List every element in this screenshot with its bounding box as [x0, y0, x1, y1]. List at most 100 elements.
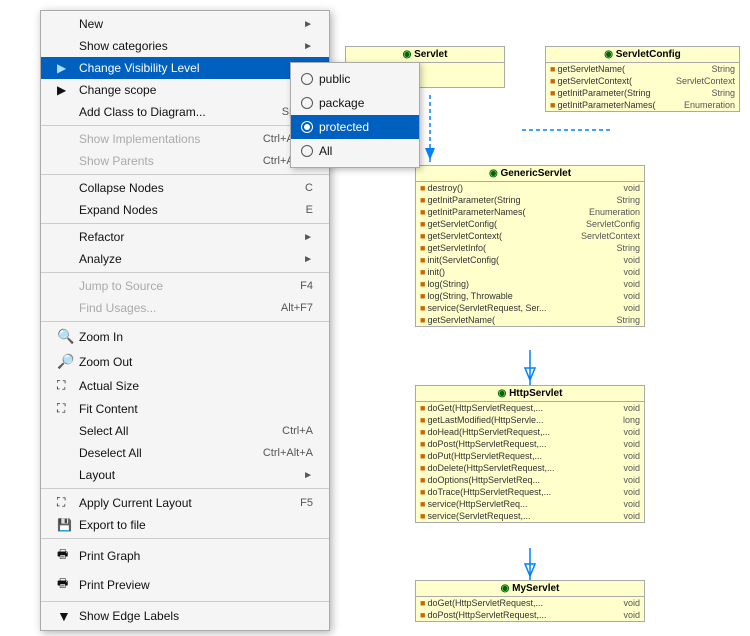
separator-4 — [41, 272, 329, 273]
apply-layout-icon: ⛶ — [57, 495, 75, 510]
select-all-shortcut: Ctrl+A — [282, 425, 313, 437]
menu-item-show-edge-labels[interactable]: ▼ Show Edge Labels — [41, 604, 329, 628]
uml-myservlet: ◉ MyServlet ■doGet(HttpServletRequest,..… — [415, 580, 645, 622]
uml-servletconfig-row: ■getServletContext(ServletContext — [546, 75, 739, 87]
show-categories-arrow: ► — [303, 41, 313, 52]
menu-item-jump-source: Jump to Source F4 — [41, 275, 329, 297]
menu-item-actual-size[interactable]: ⛶ Actual Size — [41, 374, 329, 397]
separator-1 — [41, 125, 329, 126]
menu-item-refactor[interactable]: Refactor ► — [41, 226, 329, 248]
uml-servlet-title: ◉ Servlet — [346, 47, 504, 63]
menu-item-zoom-out[interactable]: 🔎 Zoom Out — [41, 349, 329, 374]
uml-hs-row: ■doPut(HttpServletRequest,...void — [416, 450, 644, 462]
menu-item-deselect-all[interactable]: Deselect All Ctrl+Alt+A — [41, 442, 329, 464]
uml-hs-row: ■service(ServletRequest,...void — [416, 510, 644, 522]
submenu-item-all[interactable]: All — [291, 139, 419, 163]
uml-servletconfig-row: ■getInitParameterNames(Enumeration — [546, 99, 739, 111]
visibility-icon: ▶ — [57, 61, 75, 75]
submenu-item-package[interactable]: package — [291, 91, 419, 115]
analyze-arrow: ► — [303, 254, 313, 265]
zoom-out-icon: 🔎 — [57, 353, 75, 370]
uml-httpservlet-title: ◉ HttpServlet — [416, 386, 644, 402]
menu-item-print-preview[interactable]: 🖶 Print Preview — [41, 570, 329, 599]
layout-arrow: ► — [303, 470, 313, 481]
menu-item-zoom-in[interactable]: 🔍 Zoom In — [41, 324, 329, 349]
scope-icon: ▶ — [57, 83, 75, 97]
new-arrow: ► — [303, 19, 313, 30]
expand-shortcut: E — [306, 204, 313, 216]
menu-item-show-parents: Show Parents Ctrl+Alt+P — [41, 150, 329, 172]
uml-myservlet-title: ◉ MyServlet — [416, 581, 644, 597]
uml-gs-row: ■getServletConfig(ServletConfig — [416, 218, 644, 230]
uml-gs-row: ■destroy()void — [416, 182, 644, 194]
print-preview-icon: 🖶 — [57, 574, 75, 595]
refactor-arrow: ► — [303, 232, 313, 243]
menu-item-collapse-nodes[interactable]: Collapse Nodes C — [41, 177, 329, 199]
export-file-icon: 💾 — [57, 518, 75, 532]
uml-hs-row: ■doTrace(HttpServletRequest,...void — [416, 486, 644, 498]
separator-3 — [41, 223, 329, 224]
menu-item-fit-content[interactable]: ⛶ Fit Content — [41, 397, 329, 420]
separator-7 — [41, 538, 329, 539]
zoom-in-icon: 🔍 — [57, 328, 75, 345]
uml-gs-row: ■getInitParameter(StringString — [416, 194, 644, 206]
uml-servletconfig-row: ■getInitParameter(StringString — [546, 87, 739, 99]
menu-item-print-graph[interactable]: 🖶 Print Graph — [41, 541, 329, 570]
menu-item-apply-layout[interactable]: ⛶ Apply Current Layout F5 — [41, 491, 329, 514]
context-menu: New ► Show categories ► ▶ Change Visibil… — [40, 10, 330, 631]
uml-ms-row: ■doGet(HttpServletRequest,...void — [416, 597, 644, 609]
uml-servletconfig-title: ◉ ServletConfig — [546, 47, 739, 63]
uml-gs-row: ■log(String, Throwablevoid — [416, 290, 644, 302]
uml-hs-row: ■doHead(HttpServletRequest,...void — [416, 426, 644, 438]
separator-8 — [41, 601, 329, 602]
uml-gs-row: ■init()void — [416, 266, 644, 278]
uml-genericservlet-title: ◉ GenericServlet — [416, 166, 644, 182]
uml-hs-row: ■doOptions(HttpServletReq...void — [416, 474, 644, 486]
menu-item-analyze[interactable]: Analyze ► — [41, 248, 329, 270]
menu-item-expand-nodes[interactable]: Expand Nodes E — [41, 199, 329, 221]
submenu-item-protected[interactable]: protected — [291, 115, 419, 139]
uml-ms-row: ■doPost(HttpServletRequest,...void — [416, 609, 644, 621]
menu-item-select-all[interactable]: Select All Ctrl+A — [41, 420, 329, 442]
menu-item-change-scope[interactable]: ▶ Change scope ► — [41, 79, 329, 101]
menu-item-find-usages: Find Usages... Alt+F7 — [41, 297, 329, 319]
menu-item-show-impl: Show Implementations Ctrl+Alt+B — [41, 128, 329, 150]
menu-item-new[interactable]: New ► — [41, 13, 329, 35]
separator-5 — [41, 321, 329, 322]
uml-hs-row: ■service(HttpServletReq...void — [416, 498, 644, 510]
uml-hs-row: ■doDelete(HttpServletRequest,...void — [416, 462, 644, 474]
separator-2 — [41, 174, 329, 175]
separator-6 — [41, 488, 329, 489]
menu-item-add-class[interactable]: Add Class to Diagram... Space — [41, 101, 329, 123]
uml-gs-row: ■getServletInfo(String — [416, 242, 644, 254]
collapse-shortcut: C — [305, 182, 313, 194]
jump-source-shortcut: F4 — [300, 280, 313, 292]
uml-gs-row: ■getInitParameterNames(Enumeration — [416, 206, 644, 218]
submenu-item-public[interactable]: public — [291, 67, 419, 91]
uml-gs-row: ■init(ServletConfig(void — [416, 254, 644, 266]
uml-genericservlet: ◉ GenericServlet ■destroy()void ■getInit… — [415, 165, 645, 327]
uml-gs-row: ■getServletName(String — [416, 314, 644, 326]
uml-servletconfig-row: ■getServletName(String — [546, 63, 739, 75]
radio-all — [301, 145, 313, 157]
print-graph-icon: 🖶 — [57, 545, 75, 566]
radio-package — [301, 97, 313, 109]
deselect-all-shortcut: Ctrl+Alt+A — [263, 447, 313, 459]
visibility-submenu: public package protected All — [290, 62, 420, 168]
uml-hs-row: ■doPost(HttpServletRequest,...void — [416, 438, 644, 450]
uml-hs-row: ■getLastModified(HttpServle...long — [416, 414, 644, 426]
menu-item-change-visibility[interactable]: ▶ Change Visibility Level ► — [41, 57, 329, 79]
menu-item-export-file[interactable]: 💾 Export to file — [41, 514, 329, 536]
fit-content-icon: ⛶ — [57, 401, 75, 416]
radio-public — [301, 73, 313, 85]
apply-layout-shortcut: F5 — [300, 497, 313, 509]
menu-item-show-categories[interactable]: Show categories ► — [41, 35, 329, 57]
radio-protected — [301, 121, 313, 133]
uml-gs-row: ■service(ServletRequest, Ser...void — [416, 302, 644, 314]
menu-item-layout[interactable]: Layout ► — [41, 464, 329, 486]
actual-size-icon: ⛶ — [57, 378, 75, 393]
find-usages-shortcut: Alt+F7 — [281, 302, 313, 314]
show-edge-labels-icon: ▼ — [57, 608, 75, 624]
uml-gs-row: ■log(String)void — [416, 278, 644, 290]
uml-gs-row: ■getServletContext(ServletContext — [416, 230, 644, 242]
